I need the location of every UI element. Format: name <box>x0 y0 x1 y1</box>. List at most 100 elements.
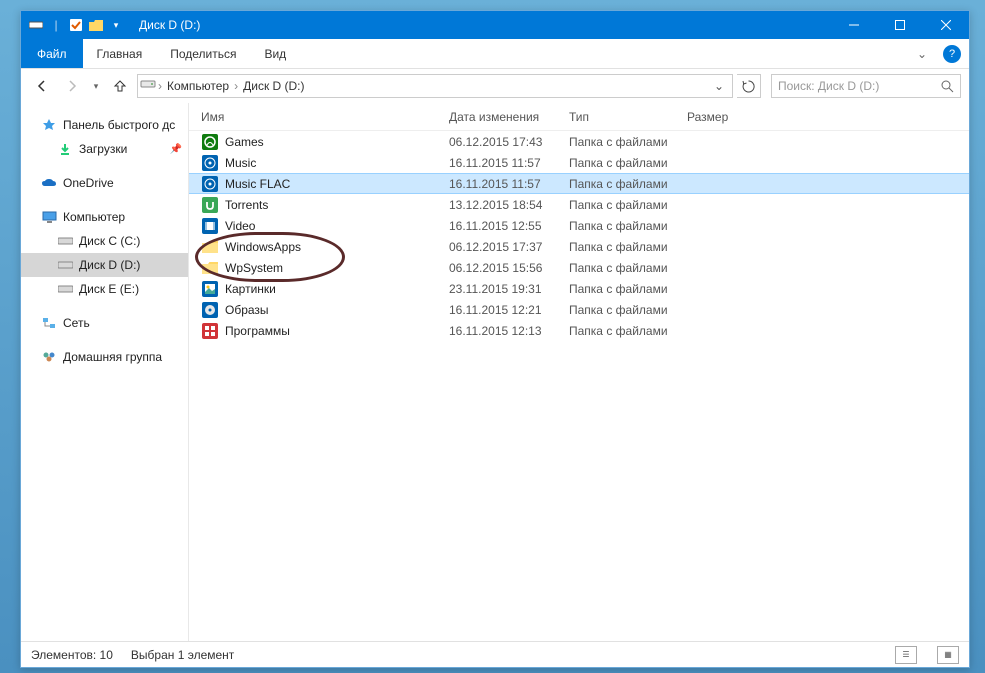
file-name: Образы <box>225 303 449 317</box>
file-name: Программы <box>225 324 449 338</box>
file-tab[interactable]: Файл <box>21 39 83 68</box>
nav-drive-c[interactable]: Диск C (C:) <box>21 229 188 253</box>
breadcrumb-computer[interactable]: Компьютер <box>164 79 232 93</box>
file-type: Папка с файлами <box>569 177 687 191</box>
drive-icon <box>57 257 73 273</box>
close-button[interactable] <box>923 11 969 39</box>
download-icon <box>57 141 73 157</box>
file-list: Games06.12.2015 17:43Папка с файламиMusi… <box>189 131 969 341</box>
file-row[interactable]: Music FLAC16.11.2015 11:57Папка с файлам… <box>189 173 969 194</box>
file-row[interactable]: Картинки23.11.2015 19:31Папка с файлами <box>189 278 969 299</box>
content-pane: Имя Дата изменения Тип Размер Games06.12… <box>189 103 969 641</box>
utorrent-icon <box>201 196 219 214</box>
file-row[interactable]: Video16.11.2015 12:55Папка с файлами <box>189 215 969 236</box>
quick-access-toolbar: | ▾ <box>21 16 131 34</box>
navigation-pane: Панель быстрого дс Загрузки 📌 OneDrive К… <box>21 103 189 641</box>
iso-icon <box>201 301 219 319</box>
search-input[interactable]: Поиск: Диск D (D:) <box>771 74 961 98</box>
file-row[interactable]: Torrents13.12.2015 18:54Папка с файлами <box>189 194 969 215</box>
nav-quick-access[interactable]: Панель быстрого дс <box>21 113 188 137</box>
maximize-button[interactable] <box>877 11 923 39</box>
breadcrumb-drive[interactable]: Диск D (D:) <box>240 79 307 93</box>
pin-icon: 📌 <box>170 144 182 155</box>
nav-label: Диск D (D:) <box>79 258 140 272</box>
nav-label: Загрузки <box>79 142 127 156</box>
up-button[interactable] <box>107 73 133 99</box>
nav-drive-e[interactable]: Диск E (E:) <box>21 277 188 301</box>
file-row[interactable]: WpSystem06.12.2015 15:56Папка с файлами <box>189 257 969 278</box>
ribbon-expand-icon[interactable]: ⌄ <box>909 47 935 61</box>
nav-downloads[interactable]: Загрузки 📌 <box>21 137 188 161</box>
breadcrumb-separator[interactable]: › <box>232 79 240 93</box>
file-modified: 23.11.2015 19:31 <box>449 282 569 296</box>
nav-label: Панель быстрого дс <box>63 118 175 132</box>
properties-icon[interactable] <box>67 16 85 34</box>
address-dropdown-icon[interactable]: ⌄ <box>708 79 730 93</box>
back-button[interactable] <box>29 73 55 99</box>
file-modified: 06.12.2015 15:56 <box>449 261 569 275</box>
file-type: Папка с файлами <box>569 282 687 296</box>
search-icon <box>941 80 954 93</box>
file-modified: 16.11.2015 12:13 <box>449 324 569 338</box>
address-bar[interactable]: › Компьютер › Диск D (D:) ⌄ <box>137 74 733 98</box>
qat-dropdown-icon[interactable]: ▾ <box>107 16 125 34</box>
folder-icon[interactable] <box>87 16 105 34</box>
status-selection: Выбран 1 элемент <box>131 648 234 662</box>
tab-home[interactable]: Главная <box>83 39 157 68</box>
file-row[interactable]: Games06.12.2015 17:43Папка с файлами <box>189 131 969 152</box>
file-row[interactable]: Программы16.11.2015 12:13Папка с файлами <box>189 320 969 341</box>
tab-view[interactable]: Вид <box>250 39 300 68</box>
nav-computer[interactable]: Компьютер <box>21 205 188 229</box>
drive-icon <box>57 233 73 249</box>
forward-button[interactable] <box>59 73 85 99</box>
file-type: Папка с файлами <box>569 303 687 317</box>
view-details-button[interactable]: ☰ <box>895 646 917 664</box>
xbox-icon <box>201 133 219 151</box>
media-icon <box>201 175 219 193</box>
col-modified[interactable]: Дата изменения <box>449 110 569 124</box>
col-name[interactable]: Имя <box>201 110 449 124</box>
nav-drive-d[interactable]: Диск D (D:) <box>21 253 188 277</box>
tab-share[interactable]: Поделиться <box>156 39 250 68</box>
col-type[interactable]: Тип <box>569 110 687 124</box>
refresh-button[interactable] <box>737 74 761 98</box>
file-row[interactable]: WindowsApps06.12.2015 17:37Папка с файла… <box>189 236 969 257</box>
file-type: Папка с файлами <box>569 219 687 233</box>
nav-homegroup[interactable]: Домашняя группа <box>21 345 188 369</box>
recent-dropdown[interactable]: ▾ <box>89 73 103 99</box>
onedrive-icon <box>41 175 57 191</box>
nav-onedrive[interactable]: OneDrive <box>21 171 188 195</box>
help-button[interactable]: ? <box>943 45 961 63</box>
status-bar: Элементов: 10 Выбран 1 элемент ☰ ▦ <box>21 641 969 667</box>
file-type: Папка с файлами <box>569 198 687 212</box>
file-modified: 16.11.2015 11:57 <box>449 156 569 170</box>
file-name: Video <box>225 219 449 233</box>
file-type: Папка с файлами <box>569 261 687 275</box>
titlebar: | ▾ Диск D (D:) <box>21 11 969 39</box>
search-placeholder: Поиск: Диск D (D:) <box>778 79 879 93</box>
breadcrumb-separator[interactable]: › <box>156 79 164 93</box>
nav-network[interactable]: Сеть <box>21 311 188 335</box>
star-icon <box>41 117 57 133</box>
file-modified: 16.11.2015 12:55 <box>449 219 569 233</box>
folder-icon <box>201 238 219 256</box>
file-modified: 13.12.2015 18:54 <box>449 198 569 212</box>
nav-label: Диск E (E:) <box>79 282 139 296</box>
file-name: Games <box>225 135 449 149</box>
view-icons-button[interactable]: ▦ <box>937 646 959 664</box>
drive-icon <box>140 78 156 94</box>
file-modified: 16.11.2015 11:57 <box>449 177 569 191</box>
homegroup-icon <box>41 349 57 365</box>
nav-label: Сеть <box>63 316 90 330</box>
file-type: Папка с файлами <box>569 135 687 149</box>
pictures-icon <box>201 280 219 298</box>
file-row[interactable]: Образы16.11.2015 12:21Папка с файлами <box>189 299 969 320</box>
minimize-button[interactable] <box>831 11 877 39</box>
network-icon <box>41 315 57 331</box>
qat-divider-icon: | <box>47 16 65 34</box>
file-row[interactable]: Music16.11.2015 11:57Папка с файлами <box>189 152 969 173</box>
file-type: Папка с файлами <box>569 240 687 254</box>
nav-label: Диск C (C:) <box>79 234 140 248</box>
col-size[interactable]: Размер <box>687 110 787 124</box>
video-icon <box>201 217 219 235</box>
